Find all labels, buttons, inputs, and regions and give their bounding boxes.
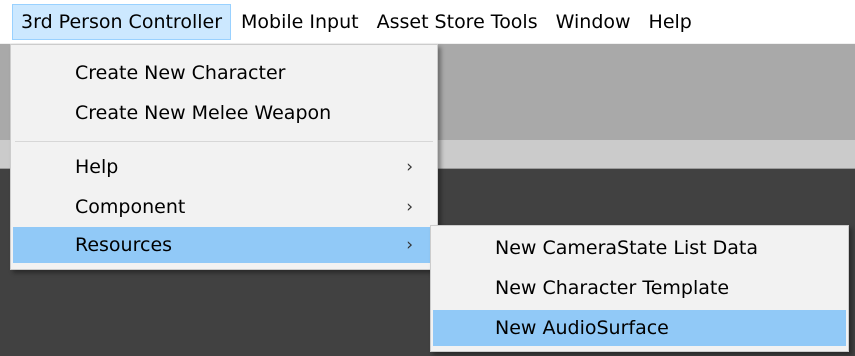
menu-separator bbox=[15, 141, 433, 142]
chevron-right-icon: › bbox=[406, 235, 413, 255]
submenu-item-label: New AudioSurface bbox=[495, 317, 669, 339]
menu-item-label: Resources bbox=[75, 234, 173, 256]
submenu-item-label: New CameraState List Data bbox=[495, 237, 758, 259]
submenu-item-new-camerastate-list-data[interactable]: New CameraState List Data bbox=[433, 230, 846, 266]
submenu-resources: New CameraState List Data New Character … bbox=[430, 225, 849, 352]
menubar-help[interactable]: Help bbox=[641, 4, 700, 40]
menu-item-label: Component bbox=[75, 196, 186, 218]
chevron-right-icon: › bbox=[406, 197, 413, 217]
submenu-item-label: New Character Template bbox=[495, 277, 730, 299]
menubar-asset-store-tools[interactable]: Asset Store Tools bbox=[369, 4, 546, 40]
menu-item-label: Help bbox=[75, 156, 119, 178]
submenu-item-new-character-template[interactable]: New Character Template bbox=[433, 270, 846, 306]
menu-item-create-new-character[interactable]: Create New Character bbox=[13, 55, 435, 91]
menu-item-resources[interactable]: Resources › bbox=[13, 227, 435, 263]
chevron-right-icon: › bbox=[406, 157, 413, 177]
menu-item-component[interactable]: Component › bbox=[13, 189, 435, 225]
menu-item-label: Create New Melee Weapon bbox=[75, 102, 332, 124]
unity-editor-window: 3rd Person Controller Mobile Input Asset… bbox=[0, 0, 855, 356]
menu-item-create-new-melee-weapon[interactable]: Create New Melee Weapon bbox=[13, 95, 435, 131]
menu-item-help[interactable]: Help › bbox=[13, 149, 435, 185]
menu-bar: 3rd Person Controller Mobile Input Asset… bbox=[0, 0, 855, 44]
dropdown-menu-3rd-person-controller: Create New Character Create New Melee We… bbox=[10, 44, 438, 270]
submenu-item-new-audiosurface[interactable]: New AudioSurface bbox=[433, 310, 846, 346]
menu-item-label: Create New Character bbox=[75, 62, 286, 84]
menubar-window[interactable]: Window bbox=[548, 4, 639, 40]
menubar-mobile-input[interactable]: Mobile Input bbox=[233, 4, 367, 40]
menubar-3rd-person-controller[interactable]: 3rd Person Controller bbox=[12, 3, 232, 40]
